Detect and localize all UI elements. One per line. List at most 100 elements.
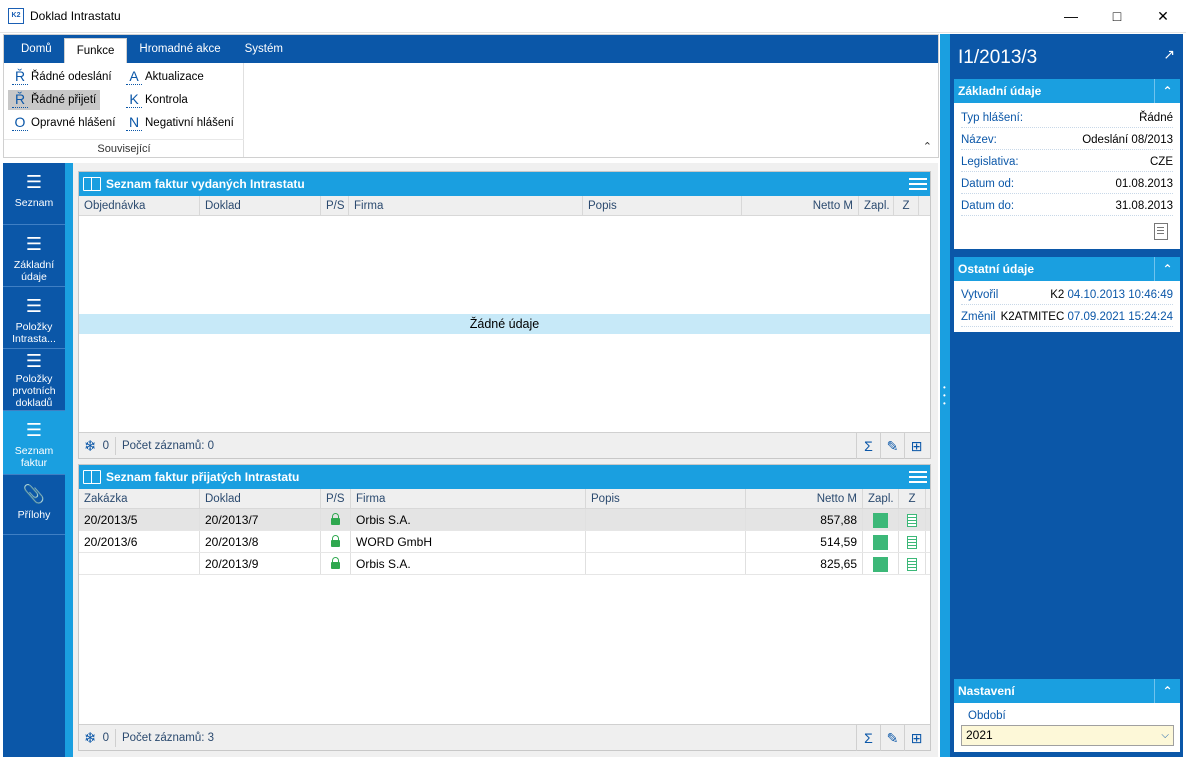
nav-item-polozky-prvotnich-dokladu[interactable]: ☰ Položky prvotních dokladů [3,349,65,411]
panel-splitter[interactable]: • • • [940,34,950,757]
footer-count: 0 [102,731,109,744]
shortcut-key: Ř [12,92,28,108]
table-row[interactable]: 20/2013/9 Orbis S.A. 825,65 [79,553,930,575]
collapse-icon[interactable]: ⌃ [1154,257,1180,281]
document-report-icon[interactable] [1154,223,1168,240]
add-record-icon[interactable]: ⊞ [904,433,928,459]
shortcut-key: A [126,69,142,85]
changed-at: 07.09.2021 15:24:24 [1067,310,1173,323]
edit-icon[interactable]: ✎ [880,725,904,751]
add-record-icon[interactable]: ⊞ [904,725,928,751]
snowflake-icon[interactable]: ❄ [84,437,97,455]
lock-icon [331,557,340,569]
col-doklad[interactable]: Doklad [200,489,321,508]
sum-icon[interactable]: Σ [856,725,880,751]
tab-system[interactable]: Systém [233,35,295,63]
title-bar: K2 Doklad Intrastatu — □ ✕ [0,0,1186,33]
cell-doklad: 20/2013/7 [200,509,321,530]
paperclip-icon: 📎 [22,484,46,504]
settings-card: Nastavení ⌃ Období 2021 ⌵ [954,679,1180,752]
hamburger-icon: ☰ [25,172,43,192]
col-netto[interactable]: Netto M [742,196,859,215]
col-doklad[interactable]: Doklad [200,196,321,215]
document-id: I1/2013/3 [958,47,1038,68]
field-value: Odeslání 08/2013 [1082,133,1173,146]
field-label: Typ hlášení: [961,111,1024,124]
sum-icon[interactable]: Σ [856,433,880,459]
detail-panel: I1/2013/3 ↗ Základní údaje ⌃ Typ hlášení… [950,34,1183,757]
col-ps[interactable]: P/S [321,196,349,215]
nav-item-seznam-faktur[interactable]: ☰ Seznam faktur [3,411,65,475]
panel-header: Seznam faktur přijatých Intrastatu [79,465,930,489]
nav-label: Seznam [14,197,54,209]
field-label: Změnil [961,310,996,323]
nav-item-zakladni-udaje[interactable]: ☰ Základní údaje [3,225,65,287]
collapse-ribbon-icon[interactable]: ⌃ [923,140,932,153]
lock-icon [331,535,340,547]
field-label: Datum do: [961,199,1015,212]
tab-hromadne-akce[interactable]: Hromadné akce [127,35,232,63]
tab-domu[interactable]: Domů [9,35,64,63]
col-firma[interactable]: Firma [351,489,586,508]
table-row[interactable]: 20/2013/6 20/2013/8 WORD GmbH 514,59 [79,531,930,553]
nav-label: Seznam faktur [14,445,54,469]
negativni-hlaseni-button[interactable]: N Negativní hlášení [122,113,238,133]
period-value: 2021 [966,728,993,742]
field-value: 01.08.2013 [1115,177,1173,190]
minimize-button[interactable]: — [1048,0,1094,32]
close-button[interactable]: ✕ [1140,0,1186,32]
snowflake-icon[interactable]: ❄ [84,729,97,747]
opravne-hlaseni-button[interactable]: O Opravné hlášení [8,113,119,133]
kontrola-button[interactable]: K Kontrola [122,90,192,110]
col-firma[interactable]: Firma [349,196,583,215]
col-objednavka[interactable]: Objednávka [79,196,200,215]
ribbon-group-label: Související [4,139,244,155]
table-row[interactable]: 20/2013/5 20/2013/7 Orbis S.A. 857,88 [79,509,930,531]
col-popis[interactable]: Popis [583,196,742,215]
radne-odeslani-button[interactable]: Ř Řádné odeslání [8,67,116,87]
ribbon-tabs: Domů Funkce Hromadné akce Systém [4,35,938,63]
nav-item-prilohy[interactable]: 📎 Přílohy [3,475,65,535]
col-z[interactable]: Z [894,196,919,215]
col-ps[interactable]: P/S [321,489,351,508]
nav-label: Položky Intrasta... [12,321,56,345]
tab-funkce[interactable]: Funkce [63,38,128,63]
window-title: Doklad Intrastatu [30,9,121,23]
hamburger-icon: ☰ [25,351,43,371]
col-zakazka[interactable]: Zakázka [79,489,200,508]
collapse-icon[interactable]: ⌃ [1154,679,1180,703]
nav-item-polozky-intrastatu[interactable]: ☰ Položky Intrasta... [3,287,65,349]
open-external-icon[interactable]: ↗ [1163,46,1175,63]
col-zapl[interactable]: Zapl. [863,489,899,508]
radne-prijeti-button[interactable]: Ř Řádné přijetí [8,90,101,110]
panel-menu-icon[interactable] [908,174,928,194]
cell-popis [586,531,746,552]
maximize-button[interactable]: □ [1094,0,1140,32]
panel-header: Seznam faktur vydaných Intrastatu [79,172,930,196]
col-z[interactable]: Z [899,489,926,508]
footer-tools: Σ ✎ ⊞ [856,725,928,751]
lock-icon [331,513,340,525]
dropdown-icon[interactable]: ⌵ [1161,726,1169,745]
cell-netto: 825,65 [746,553,863,574]
cell-firma: WORD GmbH [351,531,586,552]
column-headers: Objednávka Doklad P/S Firma Popis Netto … [79,196,930,216]
cell-zakazka: 20/2013/5 [79,509,200,530]
received-invoices-panel: Seznam faktur přijatých Intrastatu Zakáz… [78,464,931,751]
field-value: CZE [1150,155,1173,168]
aktualizace-label: Aktualizace [145,71,204,83]
period-select[interactable]: 2021 ⌵ [961,725,1174,746]
col-netto[interactable]: Netto M [746,489,863,508]
nav-item-seznam[interactable]: ☰ Seznam [3,163,65,225]
edit-icon[interactable]: ✎ [880,433,904,459]
paid-status-icon [873,513,888,529]
divider [114,728,116,747]
aktualizace-button[interactable]: A Aktualizace [122,67,208,87]
collapse-icon[interactable]: ⌃ [1154,79,1180,103]
panel-menu-icon[interactable] [908,467,928,487]
col-zapl[interactable]: Zapl. [859,196,894,215]
calculator-icon [907,536,917,550]
field-value: Řádné [1139,111,1173,124]
shortcut-key: N [126,115,142,131]
col-popis[interactable]: Popis [586,489,746,508]
